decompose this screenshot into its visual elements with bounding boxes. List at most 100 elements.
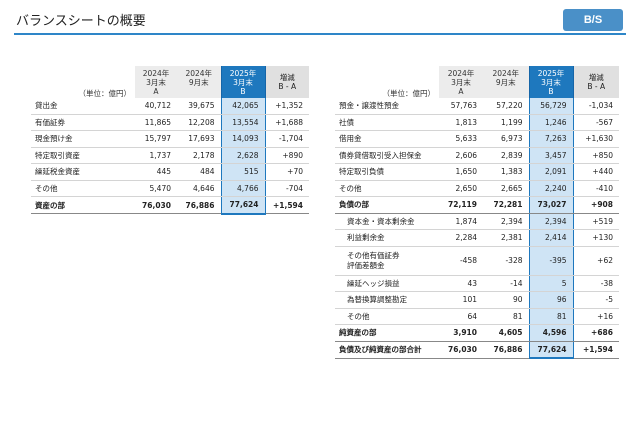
row-label: 資産の部 [31, 196, 135, 214]
value-2025-03: 2,394 [528, 213, 574, 230]
value-2024-03: 5,470 [135, 180, 177, 197]
value-2024-09: 12,208 [177, 114, 221, 131]
value-2024-09: 2,178 [177, 147, 221, 164]
row-label: その他有価証券 評価差額金 [335, 246, 439, 276]
table-row: 特定取引資産 1,737 2,178 2,628 +890 [31, 147, 309, 164]
value-2025-03: 2,091 [528, 163, 574, 181]
value-diff: -38 [573, 275, 619, 292]
value-diff: -410 [573, 180, 619, 197]
value-2024-09: 57,220 [483, 98, 529, 115]
row-label: 資本金・資本剰余金 [335, 213, 439, 230]
col-2024-09: 2024年 9月末 [483, 66, 529, 98]
value-2024-03: 2,284 [439, 229, 483, 247]
value-2024-09: 90 [483, 291, 529, 309]
value-diff: +890 [265, 147, 309, 164]
value-2025-03: 77,624 [528, 340, 574, 359]
row-label: 借用金 [335, 130, 439, 148]
value-diff: +1,630 [573, 130, 619, 148]
col-2024-03: 2024年 3月末 A [439, 66, 483, 98]
value-2024-03: 64 [439, 308, 483, 325]
row-label: その他 [31, 180, 135, 197]
value-2024-03: 57,763 [439, 98, 483, 115]
value-2024-09: 1,199 [483, 114, 529, 131]
row-label: 利益剰余金 [335, 229, 439, 247]
value-2025-03: 2,628 [220, 147, 266, 164]
value-2024-09: 81 [483, 308, 529, 325]
value-2025-03: 7,263 [528, 130, 574, 148]
value-2024-09: 2,665 [483, 180, 529, 197]
value-2024-03: 76,030 [135, 196, 177, 214]
value-diff: +440 [573, 163, 619, 181]
value-2024-09: 1,383 [483, 163, 529, 181]
assets-table: （単位：億円） 2024年 3月末 A 2024年 9月末 2025年 3月末 B 増減 B… [31, 66, 309, 215]
value-diff: -1,704 [265, 130, 309, 148]
value-2025-03: 56,729 [528, 98, 574, 115]
row-label: 特定取引資産 [31, 147, 135, 164]
value-2024-03: 1,874 [439, 213, 483, 230]
bs-badge: B/S [563, 9, 623, 31]
table-row: その他有価証券 評価差額金 -458 -328 -395 +62 [335, 246, 619, 276]
value-2024-03: 1,813 [439, 114, 483, 131]
row-label: 預金・譲渡性預金 [335, 98, 439, 115]
liabilities-table: （単位：億円） 2024年 3月末 A 2024年 9月末 2025年 3月末 B 増減 B… [335, 66, 619, 359]
value-diff: +1,688 [265, 114, 309, 131]
value-2024-03: 445 [135, 163, 177, 181]
value-2024-03: 15,797 [135, 130, 177, 148]
unit-label: （単位：億円） [382, 89, 436, 98]
value-2024-03: -458 [439, 246, 483, 276]
value-diff: +908 [573, 196, 619, 214]
value-2024-09: 484 [177, 163, 221, 181]
value-2024-09: 17,693 [177, 130, 221, 148]
value-2024-03: 1,737 [135, 147, 177, 164]
row-label: 貸出金 [31, 98, 135, 115]
value-2025-03: 14,093 [220, 130, 266, 148]
value-2025-03: 4,766 [220, 180, 266, 197]
row-label: 特定取引負債 [335, 163, 439, 181]
value-diff: +16 [573, 308, 619, 325]
value-2024-09: 6,973 [483, 130, 529, 148]
value-2024-03: 101 [439, 291, 483, 309]
table-row: 資本金・資本剰余金 1,874 2,394 2,394 +519 [335, 213, 619, 230]
value-2024-09: 2,394 [483, 213, 529, 230]
unit-label: （単位：億円） [78, 89, 132, 98]
value-2024-09: -14 [483, 275, 529, 292]
value-diff: +1,594 [573, 340, 619, 359]
value-2025-03: 4,596 [528, 324, 574, 342]
value-2024-09: -328 [483, 246, 529, 276]
row-label: 負債の部 [335, 196, 439, 214]
value-2024-03: 2,606 [439, 147, 483, 164]
value-2024-03: 5,633 [439, 130, 483, 148]
value-diff: -1,034 [573, 98, 619, 115]
value-diff: +1,594 [265, 196, 309, 214]
table-row: 債券貸借取引受入担保金 2,606 2,839 3,457 +850 [335, 147, 619, 164]
value-2024-09: 39,675 [177, 98, 221, 115]
row-label: 繰延ヘッジ損益 [335, 275, 439, 292]
value-2025-03: 42,065 [220, 98, 266, 115]
total-row: 資産の部 76,030 76,886 77,624 +1,594 [31, 196, 309, 215]
table-row: 借用金 5,633 6,973 7,263 +1,630 [335, 130, 619, 148]
table-row: 貸出金 40,712 39,675 42,065 +1,352 [31, 98, 309, 115]
row-label: 純資産の部 [335, 324, 439, 342]
table-row: 為替換算調整勘定 101 90 96 -5 [335, 291, 619, 309]
value-2024-09: 76,886 [483, 340, 529, 359]
row-label: 負債及び純資産の部合計 [335, 340, 439, 359]
table-row: 現金預け金 15,797 17,693 14,093 -1,704 [31, 130, 309, 148]
table-row: 繰延ヘッジ損益 43 -14 5 -38 [335, 275, 619, 292]
value-2024-03: 72,119 [439, 196, 483, 214]
value-2024-03: 11,865 [135, 114, 177, 131]
value-2024-09: 4,646 [177, 180, 221, 197]
col-diff: 増減 B - A [573, 66, 619, 98]
value-2025-03: 5 [528, 275, 574, 292]
value-2025-03: 515 [220, 163, 266, 181]
col-diff: 増減 B - A [265, 66, 309, 98]
value-diff: +130 [573, 229, 619, 247]
value-2025-03: 1,246 [528, 114, 574, 131]
total-row: 負債及び純資産の部合計 76,030 76,886 77,624 +1,594 [335, 340, 619, 359]
row-label: 繰延税金資産 [31, 163, 135, 181]
table-row: その他 64 81 81 +16 [335, 308, 619, 325]
value-2025-03: 77,624 [220, 196, 266, 215]
row-label: その他 [335, 308, 439, 325]
table-row: 預金・譲渡性預金 57,763 57,220 56,729 -1,034 [335, 98, 619, 115]
table-row: その他 5,470 4,646 4,766 -704 [31, 180, 309, 197]
value-2025-03: 13,554 [220, 114, 266, 131]
